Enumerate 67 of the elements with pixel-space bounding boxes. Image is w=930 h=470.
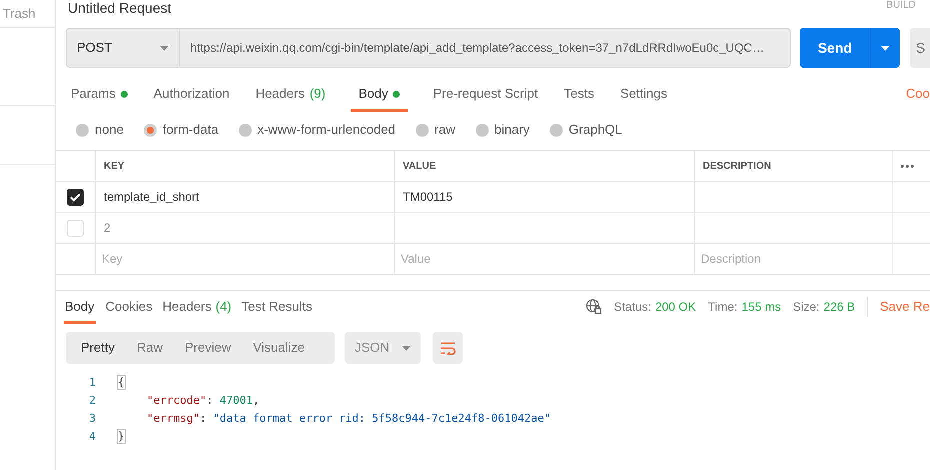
- code-line: "errmsg": "data format error rid: 5f58c944-7c1e24f8-061042ae": [146, 410, 551, 427]
- wrap-lines-button[interactable]: [432, 332, 463, 364]
- table-cell-text: 2: [104, 220, 111, 237]
- view-mode-tab[interactable]: Preview: [174, 332, 242, 364]
- send-options-button[interactable]: [870, 28, 900, 68]
- radio-label: GraphQL: [568, 121, 622, 140]
- response-tab[interactable]: Body: [64, 290, 96, 324]
- stat-label: Status:: [614, 299, 652, 316]
- view-mode-tab[interactable]: Pretty: [70, 332, 126, 364]
- format-dropdown[interactable]: JSON: [345, 332, 421, 364]
- request-tab[interactable]: Body: [350, 76, 408, 112]
- table-cell-text: template_id_short: [104, 189, 200, 206]
- caret-icon: [402, 346, 411, 350]
- response-tab[interactable]: Test Results: [242, 290, 312, 324]
- method-dropdown[interactable]: POST: [66, 28, 180, 68]
- radio-label: none: [95, 121, 124, 140]
- wrap-icon: [440, 342, 456, 354]
- table-cell-text: TM00115: [403, 189, 453, 206]
- radio-button[interactable]: [76, 124, 89, 136]
- column-header: DESCRIPTION: [703, 160, 772, 174]
- code-line: "errcode": 47001,: [146, 392, 260, 409]
- stat-value: 200 OK: [655, 299, 696, 316]
- radio-button[interactable]: [550, 124, 563, 136]
- cookies-link[interactable]: Coo: [906, 84, 930, 104]
- radio-label: raw: [434, 121, 456, 140]
- column-header: KEY: [104, 160, 125, 174]
- stat-label: Size:: [793, 299, 820, 316]
- save-button[interactable]: S: [910, 28, 930, 68]
- caret-icon: [160, 46, 170, 50]
- radio-label: x-www-form-urlencoded: [258, 121, 396, 140]
- caret-icon: [881, 46, 890, 50]
- check-icon: [70, 192, 81, 202]
- response-tab[interactable]: Headers (4): [162, 290, 232, 324]
- request-tab[interactable]: Headers (9): [254, 76, 327, 112]
- line-number: 2: [88, 392, 97, 409]
- radio-button[interactable]: [416, 124, 429, 136]
- stat-value: 226 B: [824, 299, 856, 316]
- line-number: 4: [88, 428, 97, 445]
- build-label: BUILD: [886, 0, 916, 12]
- radio-label: form-data: [162, 121, 219, 140]
- radio-button[interactable]: [238, 124, 252, 136]
- radio-button[interactable]: [476, 124, 488, 136]
- radio-button[interactable]: [144, 124, 157, 136]
- radio-label: binary: [494, 121, 530, 140]
- request-tab[interactable]: Pre-request Script: [432, 76, 540, 112]
- line-number: 1: [88, 374, 97, 391]
- view-mode-tab[interactable]: Raw: [126, 332, 174, 364]
- request-tab[interactable]: Params: [70, 76, 129, 112]
- response-tab[interactable]: Cookies: [106, 290, 153, 324]
- input-field[interactable]: Key: [102, 250, 282, 268]
- request-title: Untitled Request: [68, 0, 172, 16]
- save-response-link[interactable]: Save Re: [867, 297, 930, 317]
- request-tab[interactable]: Settings: [619, 76, 668, 112]
- stat-label: Time:: [708, 299, 738, 316]
- checkbox[interactable]: [67, 220, 84, 236]
- input-field[interactable]: Value: [401, 250, 581, 268]
- url-field[interactable]: https://api.weixin.qq.com/cgi-bin/template/api_add_template?access_token=37_n7dLdRRdIwoEu0c_UQC…: [180, 28, 792, 68]
- column-header: VALUE: [403, 160, 436, 174]
- stat-value: 155 ms: [742, 299, 782, 316]
- more-icon[interactable]: [901, 164, 914, 168]
- view-mode-tab[interactable]: Visualize: [242, 332, 316, 364]
- input-field[interactable]: Description: [701, 250, 881, 268]
- globe-icon: [586, 299, 602, 315]
- request-tab[interactable]: Tests: [563, 76, 596, 112]
- checkbox[interactable]: [67, 188, 84, 206]
- line-number: 3: [88, 410, 97, 427]
- request-tab[interactable]: Authorization: [152, 76, 231, 112]
